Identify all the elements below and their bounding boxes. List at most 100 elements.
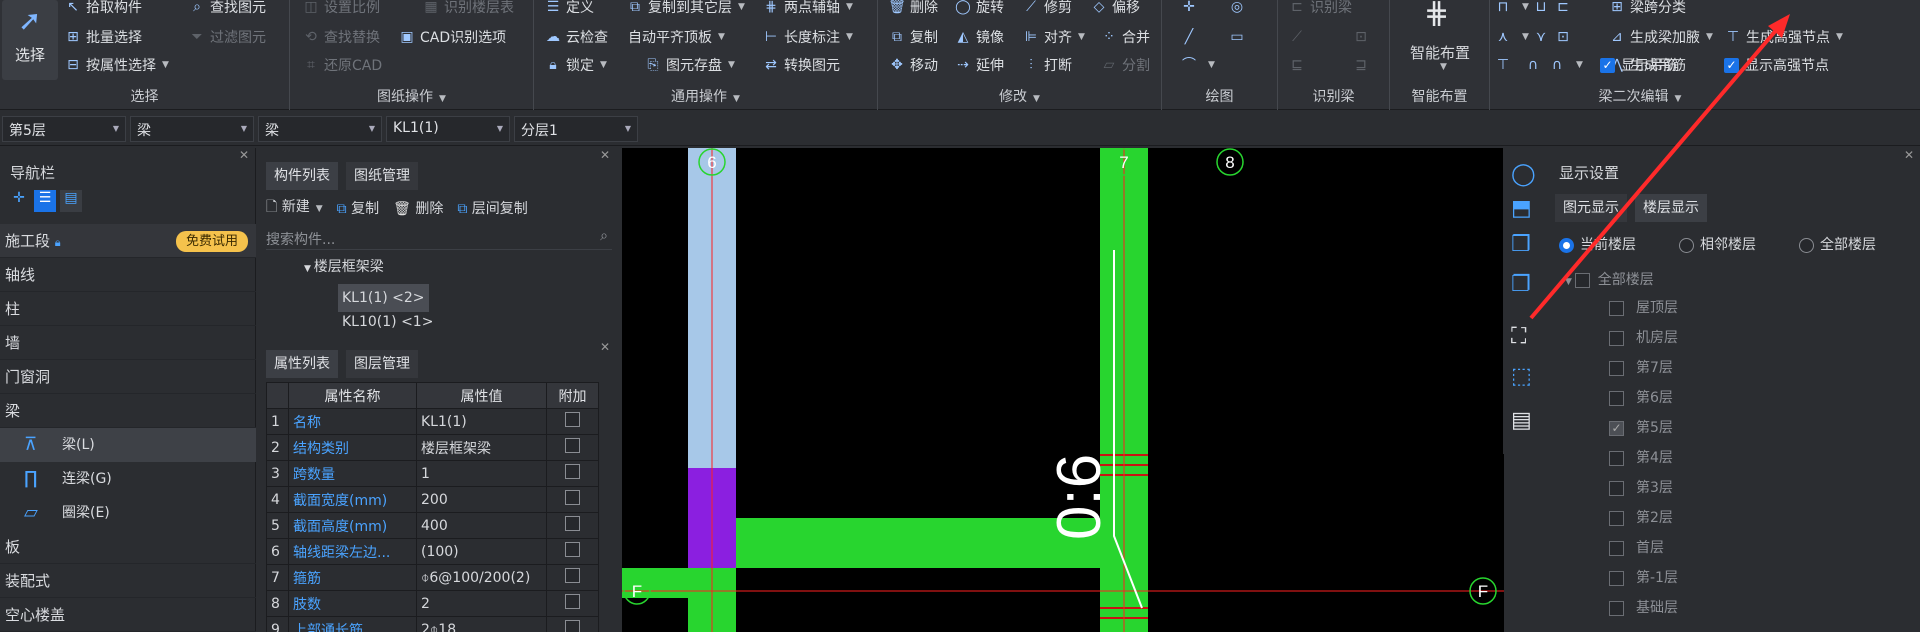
batch-select-button[interactable]: ⊞ 批量选择 — [64, 24, 142, 50]
set-scale-button[interactable]: ◫ 设置比例 — [302, 0, 380, 20]
circle-tool-button[interactable]: ◎ — [1228, 0, 1250, 20]
properties-view-icon[interactable]: ▤ — [1511, 408, 1532, 433]
recog-tool-3[interactable]: ⊡ — [1352, 24, 1374, 50]
property-row[interactable]: 5 截面高度(mm) 400 — [266, 512, 599, 539]
component-subtype-select[interactable]: 梁 ▼ — [258, 116, 382, 142]
tree-item-kl1[interactable]: KL1(1) <2> — [338, 284, 429, 312]
floor-item[interactable]: ✓ 第5层 — [1609, 414, 1673, 442]
orbit-icon[interactable]: ◯ — [1511, 162, 1536, 187]
cube-view-icon[interactable]: ❒ — [1511, 232, 1531, 257]
generate-high-strength-node-button[interactable]: ⊤ 生成高强节点 ▼ — [1724, 24, 1843, 50]
extend-button[interactable]: ⇢ 延伸 — [954, 52, 1004, 78]
beam-tool-a[interactable]: ⊓ ▼ — [1494, 0, 1529, 20]
save-element-button[interactable]: ⎘ 图元存盘 ▼ — [644, 52, 735, 78]
component-select[interactable]: KL1(1) ▼ — [386, 116, 510, 142]
nav-item-beam[interactable]: 梁 — [0, 394, 256, 428]
close-icon[interactable]: ✕ — [600, 148, 610, 162]
offset-button[interactable]: ◇ 偏移 — [1090, 0, 1140, 20]
find-replace-button[interactable]: ⟲ 查找替换 — [302, 24, 380, 50]
copy-component-button[interactable]: ⧉ 复制 — [337, 198, 379, 218]
floor-select[interactable]: 第5层 ▼ — [2, 116, 126, 142]
component-search-input[interactable]: 搜索构件... ⌕ — [266, 226, 612, 250]
define-button[interactable]: ☰ 定义 — [544, 0, 594, 20]
copy-button[interactable]: ⧉ 复制 — [888, 24, 938, 50]
nav-sub-ring-beam[interactable]: ▱ 圈梁(E) — [0, 496, 256, 530]
attach-checkbox[interactable] — [546, 564, 599, 591]
tab-layer-management[interactable]: 图层管理 — [346, 350, 418, 378]
property-row[interactable]: 3 跨数量 1 — [266, 460, 599, 487]
tree-all-floors[interactable]: ▼ 全部楼层 — [1565, 266, 1654, 294]
attach-checkbox[interactable] — [546, 616, 599, 632]
beam-tool-b[interactable]: ⊔ — [1532, 0, 1554, 20]
attach-checkbox[interactable] — [546, 408, 599, 435]
tree-item-kl10[interactable]: KL10(1) <1> — [342, 314, 433, 330]
recog-tool-2[interactable]: ⟋ — [1288, 24, 1310, 50]
property-row[interactable]: 2 结构类别 楼层框架梁 — [266, 434, 599, 461]
floor-item[interactable]: 第4层 — [1609, 444, 1673, 472]
list-view-icon[interactable]: ☰ — [34, 190, 56, 212]
align-button[interactable]: ⊫ 对齐 ▼ — [1022, 24, 1085, 50]
nav-item-prefab[interactable]: 装配式 — [0, 564, 256, 598]
auto-align-slab-button[interactable]: 自动平齐顶板 ▼ — [628, 24, 725, 50]
floor-item[interactable]: 基础层 — [1609, 594, 1678, 622]
copy-to-other-floor-button[interactable]: ⧉ 复制到其它层 ▼ — [626, 0, 745, 20]
fullscreen-icon[interactable]: ⛶ — [1511, 324, 1526, 349]
cad-options-button[interactable]: ▣ CAD识别选项 — [398, 24, 506, 50]
beam-span-classify-button[interactable]: ⊞ 梁跨分类 — [1608, 0, 1686, 20]
nav-item-slab[interactable]: 板 — [0, 530, 256, 564]
layer-select[interactable]: 分层1 ▼ — [514, 116, 638, 142]
property-value[interactable]: ⌽6@100/200(2) — [416, 564, 547, 591]
two-point-axis-button[interactable]: ⋕ 两点辅轴 ▼ — [762, 0, 853, 20]
property-value[interactable]: 楼层框架梁 — [416, 434, 547, 461]
property-value[interactable]: 400 — [416, 512, 547, 539]
property-value[interactable]: 2 — [416, 590, 547, 617]
property-value[interactable]: 2⌽18 — [416, 616, 547, 632]
pin-icon[interactable]: ✛ — [8, 190, 30, 212]
split-button[interactable]: ▱ 分割 — [1100, 52, 1150, 78]
close-icon[interactable]: ✕ — [1904, 148, 1914, 162]
floor-item[interactable]: 第-1层 — [1609, 564, 1678, 592]
floor-item[interactable]: 第3层 — [1609, 474, 1673, 502]
tree-parent-frame-beam[interactable]: ▼ 楼层框架梁 — [304, 256, 384, 276]
tab-element-display[interactable]: 图元显示 — [1555, 194, 1627, 222]
floor-copy-button[interactable]: ⧉ 层间复制 — [457, 198, 527, 218]
detail-view-icon[interactable]: ▤ — [60, 190, 82, 212]
free-trial-badge[interactable]: 免费试用 — [175, 231, 248, 252]
mirror-button[interactable]: ◭ 镜像 — [954, 24, 1004, 50]
property-value[interactable]: KL1(1) — [416, 408, 547, 435]
select-big-button[interactable]: ➚ 选择 — [2, 0, 58, 80]
property-row[interactable]: 6 轴线距梁左边... (100) — [266, 538, 599, 565]
nav-item-hollow-slab[interactable]: 空心楼盖 — [0, 598, 256, 632]
attach-checkbox[interactable] — [546, 590, 599, 617]
tab-property-list[interactable]: 属性列表 — [266, 350, 338, 378]
pick-component-button[interactable]: ↖ 拾取构件 — [64, 0, 142, 20]
rect-tool-button[interactable]: ▭ — [1228, 24, 1250, 50]
point-tool-button[interactable]: ✛ — [1180, 0, 1202, 20]
generate-haunch-button[interactable]: ⊿ 生成梁加腋 ▼ — [1608, 24, 1713, 50]
delete-button[interactable]: 🗑︎ 删除 — [888, 0, 938, 20]
nav-sub-coupling-beam[interactable]: ∏ 连梁(G) — [0, 462, 256, 496]
attach-checkbox[interactable] — [546, 460, 599, 487]
floor-item[interactable]: 首层 — [1609, 534, 1664, 562]
rotate-button[interactable]: ◯ 旋转 — [954, 0, 1004, 20]
trim-button[interactable]: ⟋ 修剪 — [1022, 0, 1072, 20]
nav-construction-stage[interactable]: 施工段 🔒︎ 免费试用 — [0, 224, 256, 258]
radio-all-floors[interactable]: 全部楼层 — [1799, 234, 1876, 254]
beam-tool-d[interactable]: ⋏ ▼ — [1494, 24, 1529, 50]
move-button[interactable]: ✥ 移动 — [888, 52, 938, 78]
recog-tool-5[interactable]: ⊒ — [1352, 52, 1374, 78]
floor-item[interactable]: 第6层 — [1609, 384, 1673, 412]
cad-drawing[interactable]: 6 7 8 F F 0:6 — [622, 148, 1504, 632]
beam-tool-c[interactable]: ⊏ — [1554, 0, 1576, 20]
select-by-property-button[interactable]: ⊟ 按属性选择 ▼ — [64, 52, 169, 78]
delete-component-button[interactable]: 🗑︎ 删除 — [393, 198, 443, 218]
length-dimension-button[interactable]: ⊢ 长度标注 ▼ — [762, 24, 853, 50]
nav-sub-beam-l[interactable]: ⊼ 梁(L) — [0, 428, 256, 462]
floor-item[interactable]: 机房层 — [1609, 324, 1678, 352]
attach-checkbox[interactable] — [546, 434, 599, 461]
beam-tool-f[interactable]: ⊡ — [1554, 24, 1576, 50]
property-row[interactable]: 1 名称 KL1(1) — [266, 408, 599, 435]
arc-tool-button[interactable]: ⌒ ▼ — [1180, 52, 1215, 78]
tab-component-list[interactable]: 构件列表 — [266, 162, 338, 190]
close-icon[interactable]: ✕ — [239, 148, 249, 162]
